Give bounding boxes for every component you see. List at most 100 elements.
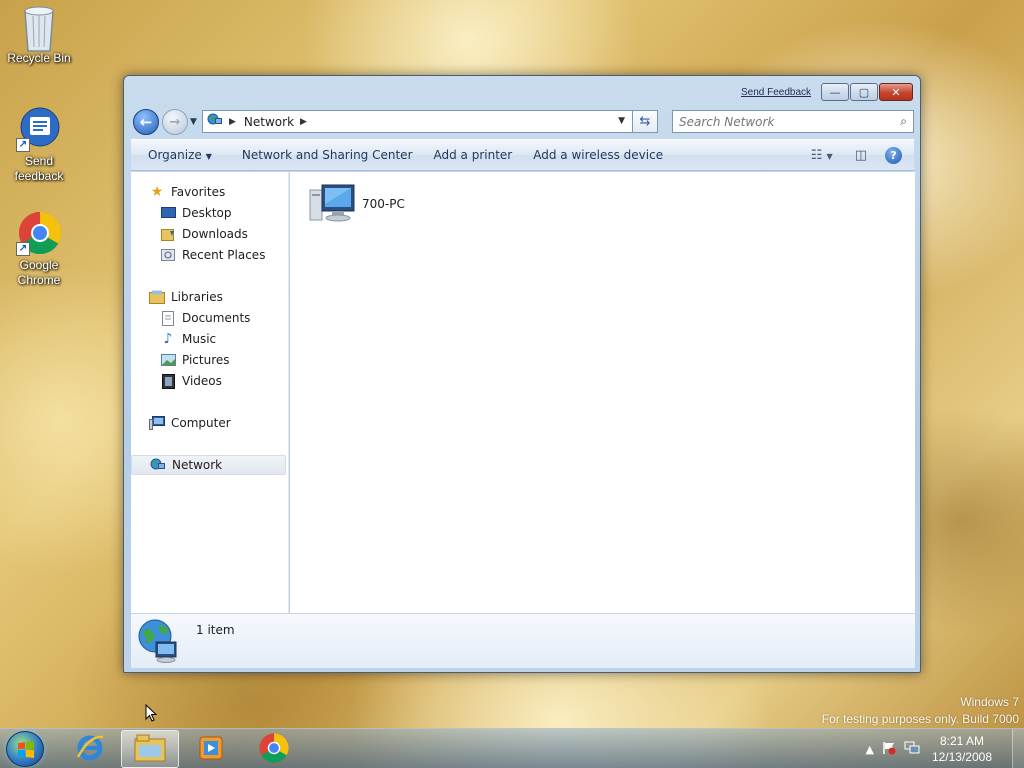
recycle-bin-label: Recycle Bin: [7, 51, 71, 65]
nav-music-label: Music: [182, 332, 217, 346]
nav-libraries[interactable]: Libraries: [131, 287, 286, 307]
back-button[interactable]: ←: [133, 109, 159, 135]
search-box[interactable]: ⌕: [672, 110, 914, 133]
network-icon: [207, 113, 223, 130]
chrome-icon: [258, 732, 290, 767]
recycle-bin-icon: [16, 3, 62, 52]
nav-downloads-label: Downloads: [182, 227, 248, 241]
search-input[interactable]: [679, 114, 889, 129]
desktop-icon-send-feedback[interactable]: ↗ Send feedback: [3, 106, 75, 184]
system-clock[interactable]: 8:21 AM 12/13/2008: [932, 733, 992, 765]
content-pane: 700-PC: [290, 172, 915, 613]
nav-documents-label: Documents: [182, 311, 251, 325]
nav-network[interactable]: Network: [131, 455, 286, 475]
taskbar-google-chrome[interactable]: [245, 730, 303, 768]
item-count: 1 item: [196, 623, 235, 637]
watermark-os: Windows 7: [960, 695, 1019, 709]
star-icon: ★: [150, 184, 164, 200]
back-arrow-icon: ←: [139, 113, 153, 131]
nav-recent-places-label: Recent Places: [182, 248, 266, 262]
nav-documents[interactable]: Documents: [131, 308, 286, 328]
nav-pictures-label: Pictures: [182, 353, 230, 367]
build-watermark: Windows 7 For testing purposes only. Bui…: [822, 694, 1019, 728]
taskbar-internet-explorer[interactable]: [61, 730, 119, 768]
network-computer-item[interactable]: 700-PC: [308, 182, 405, 226]
desktop-icon-google-chrome[interactable]: ↗ Google Chrome: [3, 210, 75, 288]
chevron-down-icon: ▼: [205, 152, 212, 161]
view-controls: ☷ ▼ ◫ ?: [803, 140, 914, 170]
google-chrome-label: Google Chrome: [17, 258, 61, 287]
forward-arrow-icon: →: [169, 114, 181, 130]
nav-videos[interactable]: Videos: [131, 371, 286, 391]
system-tray: ▲ 8:21 AM 12/13/2008: [861, 729, 1024, 768]
nav-music[interactable]: ♪ Music: [131, 329, 286, 349]
maximize-button[interactable]: ▢: [850, 83, 878, 101]
windows-explorer-icon: [133, 733, 167, 766]
address-dropdown-icon[interactable]: ▼: [618, 116, 625, 126]
music-icon: ♪: [163, 331, 173, 347]
details-pane: 1 item: [131, 613, 915, 668]
command-bar: Organize ▼ Network and Sharing Center Add…: [131, 139, 914, 171]
navigation-bar: ← → ▼ ▶ Network ▶ ▼ ⇆ ⌕: [132, 107, 914, 137]
nav-desktop[interactable]: Desktop: [131, 203, 286, 223]
minimize-icon: —: [829, 85, 841, 99]
internet-explorer-icon: [75, 733, 105, 766]
help-icon[interactable]: ?: [885, 146, 902, 164]
desktop-icon-recycle-bin[interactable]: Recycle Bin: [3, 3, 75, 66]
add-wireless-device-button[interactable]: Add a wireless device: [524, 148, 672, 162]
nav-pictures[interactable]: Pictures: [131, 350, 286, 370]
send-feedback-link[interactable]: Send Feedback: [741, 87, 811, 98]
refresh-button[interactable]: ⇆: [632, 110, 658, 133]
network-icon: [150, 457, 166, 473]
organize-button[interactable]: Organize ▼: [131, 148, 221, 162]
mouse-cursor-icon: [145, 703, 158, 722]
breadcrumb-separator-icon[interactable]: ▶: [229, 117, 236, 127]
network-computer-label: 700-PC: [362, 197, 405, 211]
taskbar-windows-explorer[interactable]: [121, 730, 179, 768]
taskbar: ▲ 8:21 AM 12/13/2008: [0, 728, 1024, 768]
nav-favorites[interactable]: ★ Favorites: [131, 182, 286, 202]
network-status-icon[interactable]: [904, 741, 920, 758]
clock-date: 12/13/2008: [931, 750, 992, 764]
minimize-button[interactable]: —: [821, 83, 849, 101]
documents-icon: [160, 310, 176, 326]
close-button[interactable]: ✕: [879, 83, 913, 101]
action-center-flag-icon[interactable]: [882, 741, 896, 758]
network-sharing-center-button[interactable]: Network and Sharing Center: [233, 148, 422, 162]
show-desktop-button[interactable]: [1012, 729, 1024, 768]
send-feedback-icon: ↗: [16, 106, 62, 152]
maximize-icon: ▢: [858, 85, 870, 99]
taskbar-media-player[interactable]: [182, 730, 240, 768]
chrome-icon: ↗: [16, 210, 62, 256]
change-view-icon[interactable]: ☷ ▼: [811, 148, 833, 163]
explorer-window: Send Feedback — ▢ ✕ ← → ▼ ▶ Network ▶ ▼ …: [123, 75, 921, 673]
watermark-build: For testing purposes only. Build 7000: [821, 712, 1019, 726]
navigation-pane: ★ Favorites Desktop Downloads Recent Plac…: [131, 172, 289, 613]
show-hidden-icons-icon[interactable]: ▲: [865, 743, 873, 756]
nav-computer-label: Computer: [171, 416, 231, 430]
breadcrumb-separator-icon[interactable]: ▶: [300, 117, 307, 127]
shortcut-arrow-icon: ↗: [16, 242, 30, 256]
refresh-icon: ⇆: [639, 114, 651, 129]
recent-pages-dropdown[interactable]: ▼: [190, 117, 197, 127]
nav-network-label: Network: [172, 458, 223, 472]
address-bar[interactable]: ▶ Network ▶ ▼: [202, 110, 658, 133]
add-printer-button[interactable]: Add a printer: [425, 148, 522, 162]
caption-buttons: — ▢ ✕: [820, 83, 913, 101]
search-icon[interactable]: ⌕: [900, 114, 907, 129]
forward-button[interactable]: →: [162, 109, 188, 135]
nav-desktop-label: Desktop: [182, 206, 232, 220]
nav-videos-label: Videos: [182, 374, 222, 388]
pictures-icon: [160, 352, 176, 368]
computer-icon: [308, 182, 356, 226]
nav-favorites-label: Favorites: [171, 185, 226, 199]
shortcut-arrow-icon: ↗: [16, 138, 30, 152]
start-button[interactable]: [6, 731, 44, 767]
breadcrumb-network[interactable]: Network: [244, 115, 294, 129]
nav-computer[interactable]: Computer: [131, 413, 286, 433]
nav-recent-places[interactable]: Recent Places: [131, 245, 286, 265]
close-icon: ✕: [891, 85, 901, 99]
libraries-icon: [149, 289, 165, 305]
preview-pane-icon[interactable]: ◫: [855, 148, 867, 163]
nav-downloads[interactable]: Downloads: [131, 224, 286, 244]
